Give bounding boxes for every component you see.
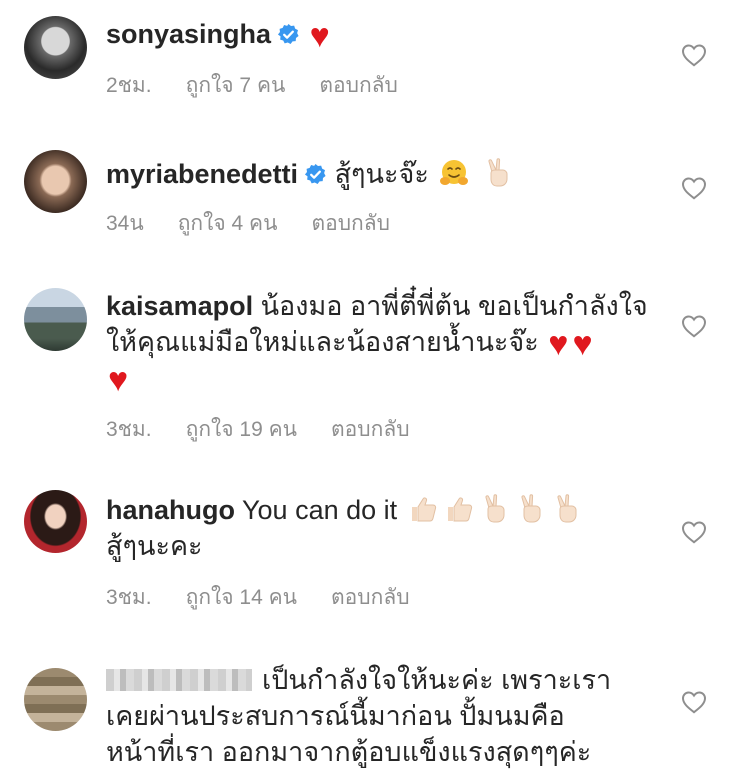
victory-hand-emoji (552, 494, 582, 524)
thumbs-up-emoji (408, 494, 438, 524)
red-heart-emoji: ♥ (108, 361, 129, 399)
thumbs-up-emoji (444, 494, 474, 524)
comment-username[interactable]: sonyasingha (106, 19, 271, 49)
victory-hand-emoji (480, 494, 510, 524)
comment-username[interactable]: hanahugo (106, 495, 235, 525)
heart-outline-icon[interactable] (681, 314, 707, 338)
hugging-face-emoji (439, 158, 469, 188)
comment-username[interactable]: kaisamapol (106, 291, 253, 321)
red-heart-emoji: ♥ (309, 17, 330, 55)
avatar[interactable] (24, 490, 87, 553)
blurred-username (106, 669, 252, 691)
avatar[interactable] (24, 288, 87, 351)
comment-likes[interactable]: ถูกใจ 19 คน (186, 418, 297, 441)
comment-likes[interactable]: ถูกใจ 7 คน (186, 74, 286, 97)
heart-outline-icon[interactable] (681, 176, 707, 200)
reply-button[interactable]: ตอบกลับ (311, 212, 390, 235)
reply-button[interactable]: ตอบกลับ (331, 418, 410, 441)
comment-time: 2ชม. (106, 74, 152, 97)
heart-outline-icon[interactable] (681, 43, 707, 67)
comment-time: 34น (106, 212, 144, 235)
red-heart-emoji: ♥ (548, 325, 569, 363)
heart-outline-icon[interactable] (681, 690, 707, 714)
comment-item: kaisamapol น้องมอ อาพี่ตี๋พี่ต้น ขอเป็นก… (0, 270, 750, 470)
comment-item: sonyasingha ♥ 2ชม. ถูกใจ 7 คน ตอบกลับ (0, 0, 750, 130)
comment-likes[interactable]: ถูกใจ 14 คน (186, 586, 297, 609)
comment-likes[interactable]: ถูกใจ 4 คน (178, 212, 278, 235)
verified-badge-icon (304, 163, 327, 186)
reply-button[interactable]: ตอบกลับ (319, 74, 398, 97)
avatar[interactable] (24, 668, 87, 731)
avatar[interactable] (24, 150, 87, 213)
victory-hand-emoji (483, 158, 513, 188)
comment-item: myriabenedetti สู้ๆนะจ๊ะ 34น ถูกใจ 4 คน ตอ… (0, 130, 750, 270)
comment-text: You can do it (242, 495, 398, 525)
avatar[interactable] (24, 16, 87, 79)
comment-time: 3ชม. (106, 586, 152, 609)
red-heart-emoji: ♥ (572, 325, 593, 363)
victory-hand-emoji (516, 494, 546, 524)
heart-outline-icon[interactable] (681, 520, 707, 544)
verified-badge-icon (277, 23, 300, 46)
comment-text-line2: สู้ๆนะคะ (106, 531, 203, 561)
comment-item: hanahugo You can do it สู้ๆนะคะ 3ชม. ถูกใ… (0, 470, 750, 640)
reply-button[interactable]: ตอบกลับ (331, 586, 410, 609)
comment-username[interactable]: myriabenedetti (106, 159, 298, 189)
comment-item: เป็นกำลังใจให้นะค่ะ เพราะเราเคยผ่านประสบ… (0, 640, 750, 778)
comment-text: สู้ๆนะจ๊ะ (334, 159, 429, 189)
comment-time: 3ชม. (106, 418, 152, 441)
